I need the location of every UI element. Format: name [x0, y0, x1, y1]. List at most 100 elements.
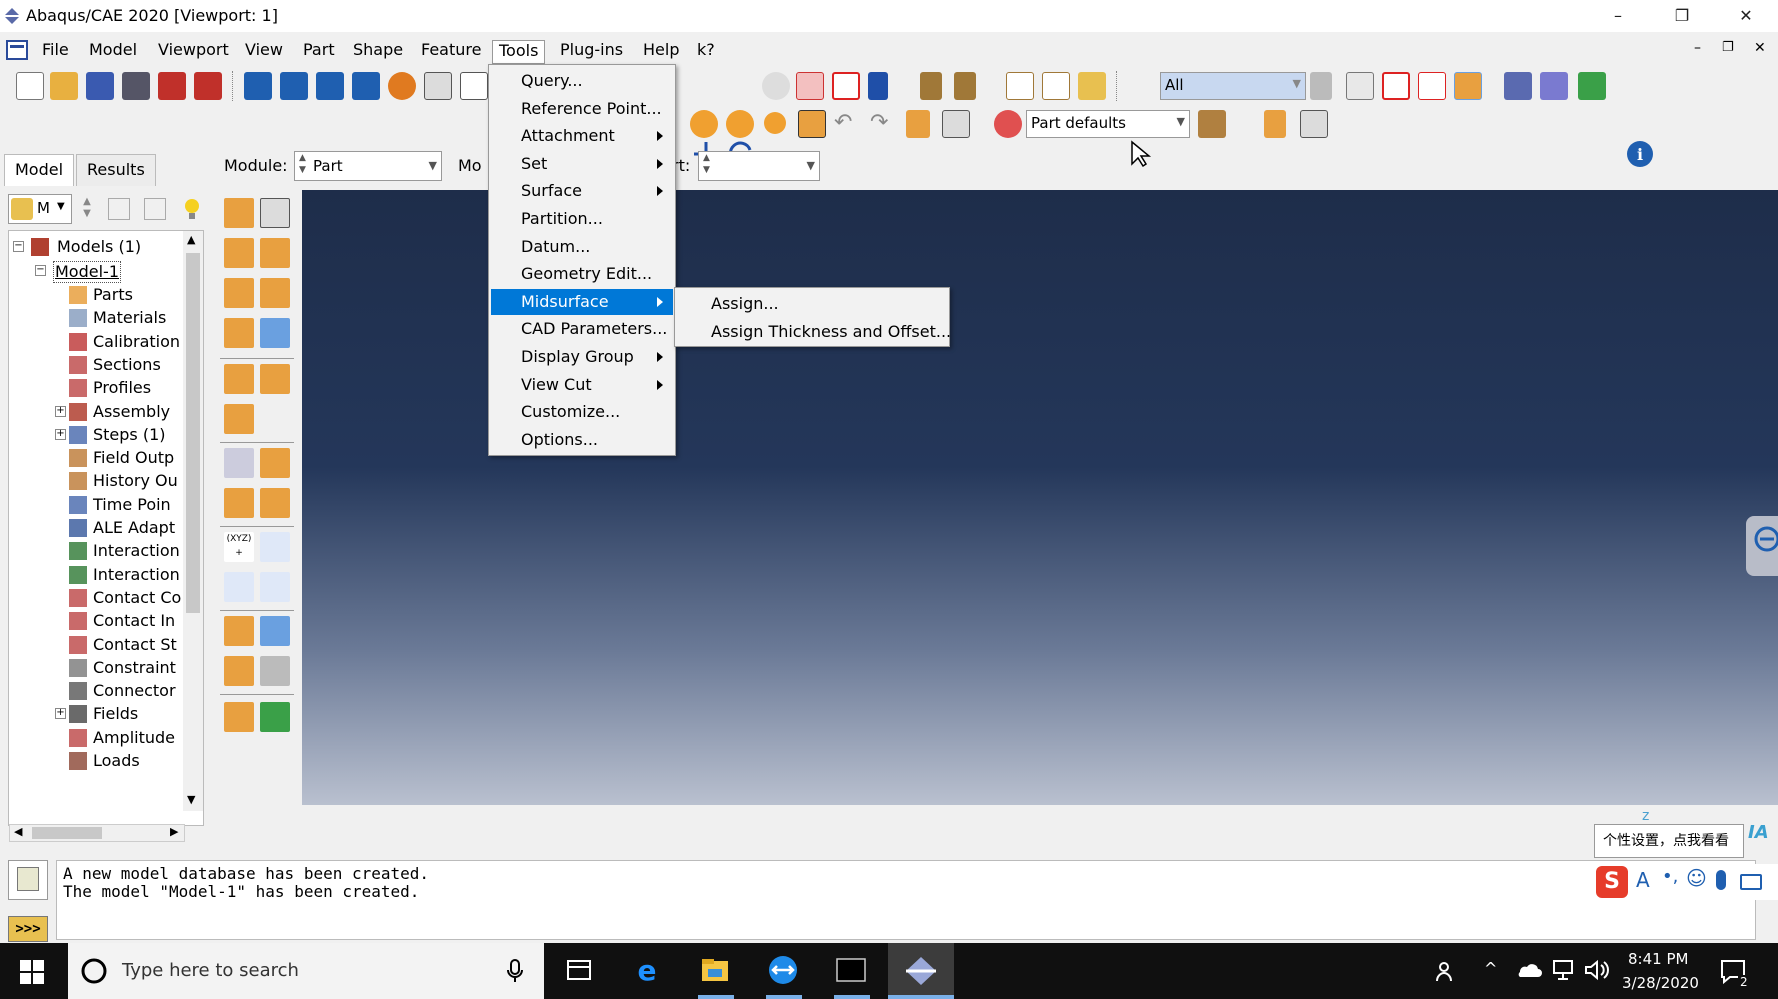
part-manager-icon[interactable] [260, 198, 290, 228]
menu-help[interactable]: Help [637, 40, 685, 64]
menu-item-assign-thickness-offset[interactable]: Assign Thickness and Offset... [677, 319, 951, 345]
tree-node-item[interactable]: History Ou [9, 469, 185, 493]
edge-browser-icon[interactable]: e [632, 955, 662, 985]
clock-date[interactable]: 3/28/2020 [1622, 974, 1699, 992]
feature-tree-icon[interactable] [906, 110, 930, 138]
menu-item-options[interactable]: Options... [491, 427, 673, 453]
tree-node-item[interactable]: Connector [9, 679, 185, 703]
windows-start-icon[interactable] [20, 960, 44, 984]
onedrive-icon[interactable] [1516, 961, 1542, 981]
python-command-icon[interactable]: >>> [8, 916, 48, 942]
file-explorer-icon[interactable] [700, 955, 730, 985]
translucency-icon[interactable] [1540, 72, 1568, 100]
scroll-thumb[interactable] [186, 253, 200, 613]
tree-node-item[interactable]: Field Outp [9, 446, 185, 470]
tree-node-item[interactable]: Amplitude [9, 726, 185, 750]
print-icon[interactable] [122, 72, 150, 100]
microphone-icon[interactable] [506, 959, 524, 983]
menu-item-cad-parameters[interactable]: CAD Parameters... [491, 316, 673, 342]
abaqus-taskbar-button[interactable] [888, 943, 954, 999]
tree-node-models[interactable]: − Models (1) [9, 235, 189, 259]
datum-csys-icon[interactable] [224, 572, 254, 602]
save-icon[interactable] [86, 72, 114, 100]
menu-plugins[interactable]: Plug-ins [554, 40, 629, 64]
tree-filter-icon[interactable] [144, 198, 166, 220]
datum-display-icon[interactable] [1264, 110, 1286, 138]
solid-extrude-icon[interactable] [224, 238, 254, 268]
edit-feature-icon[interactable] [260, 488, 290, 518]
scroll-right-icon[interactable]: ▶ [170, 825, 178, 838]
datum-plane-icon[interactable] [260, 572, 290, 602]
box-zoom-icon[interactable] [796, 72, 824, 100]
task-view-icon[interactable] [564, 955, 594, 985]
query-selection-icon[interactable] [1346, 72, 1374, 100]
redo-icon[interactable]: ↷ [870, 110, 898, 138]
cut-extrude-icon[interactable] [260, 278, 290, 308]
system-menu-icon[interactable] [6, 40, 28, 60]
tree-node-item[interactable]: + Assembly [9, 400, 185, 424]
tree-node-item[interactable]: + Steps (1) [9, 423, 185, 447]
link-viewports-icon[interactable] [388, 72, 416, 100]
datum-axis-icon[interactable] [260, 364, 290, 394]
blend-icon[interactable] [224, 318, 254, 348]
render-style-combo[interactable]: Part defaults ▼ [1026, 110, 1190, 138]
open-file-icon[interactable] [50, 72, 78, 100]
tree-node-item[interactable]: Constraint [9, 656, 185, 680]
terminal-icon[interactable] [836, 955, 866, 985]
menu-view[interactable]: View [239, 40, 289, 64]
color-code-icon[interactable] [994, 110, 1022, 138]
tools-icon[interactable] [260, 656, 290, 686]
menu-item-datum[interactable]: Datum... [491, 234, 673, 260]
menu-item-attachment[interactable]: Attachment [491, 123, 673, 149]
menu-item-surface[interactable]: Surface [491, 178, 673, 204]
mesh-display-icon[interactable] [1504, 72, 1532, 100]
display-options-icon[interactable] [1300, 110, 1328, 138]
front-view-icon[interactable] [1042, 72, 1070, 100]
tree-node-item[interactable]: Interaction [9, 539, 185, 563]
side-widget-tab[interactable] [1746, 516, 1778, 576]
tree-node-item[interactable]: Time Poin [9, 493, 185, 517]
module-combo[interactable]: ▲ ▼ Part ▼ [294, 151, 442, 181]
boolean-intersect-icon[interactable] [726, 110, 754, 138]
collapse-icon[interactable]: − [13, 241, 24, 252]
tree-horizontal-scrollbar[interactable]: ◀ ▶ [9, 824, 185, 842]
network-icon[interactable] [1552, 959, 1576, 981]
tree-vertical-scrollbar[interactable]: ▲ ▼ [183, 231, 203, 811]
drag-select-icon[interactable] [1418, 72, 1446, 100]
import-icon[interactable] [158, 72, 186, 100]
perspective-icon[interactable] [920, 72, 942, 100]
assign-icon[interactable] [224, 702, 254, 732]
tree-node-item[interactable]: Contact St [9, 633, 185, 657]
sogou-ime-icon[interactable]: S [1596, 866, 1628, 898]
box-select-icon[interactable] [1382, 72, 1410, 100]
sphere-icon[interactable] [764, 112, 786, 134]
menu-item-query[interactable]: Query... [491, 68, 673, 94]
shaded-view-icon[interactable] [1078, 72, 1106, 100]
expand-icon[interactable]: + [55, 428, 66, 440]
clock-time[interactable]: 8:41 PM [1628, 950, 1688, 968]
menu-item-set[interactable]: Set [491, 151, 673, 177]
undo-icon[interactable]: ↶ [834, 110, 862, 138]
fill-icon[interactable] [260, 702, 290, 732]
model-selector-combo[interactable]: M ▼ [8, 194, 72, 224]
axis-triad-icon[interactable] [260, 532, 290, 562]
boolean-union-icon[interactable] [690, 110, 718, 138]
emoji-icon[interactable]: ☺ [1686, 866, 1707, 890]
volume-icon[interactable] [1584, 959, 1610, 981]
scroll-up-icon[interactable]: ▲ [187, 233, 195, 246]
tree-node-item[interactable]: Materials [9, 306, 185, 330]
tile-vertical-icon[interactable] [352, 72, 380, 100]
tile-horizontal-icon[interactable] [316, 72, 344, 100]
menu-model[interactable]: Model [83, 40, 143, 64]
display-group-icon[interactable] [1578, 72, 1606, 100]
menu-item-midsurface[interactable]: Midsurface [491, 288, 673, 315]
selection-options-icon[interactable] [1310, 72, 1332, 100]
menu-part[interactable]: Part [297, 40, 341, 64]
tree-node-item[interactable]: Profiles [9, 376, 185, 400]
tab-model[interactable]: Model [4, 154, 75, 186]
edit-part-icon[interactable] [224, 656, 254, 686]
ime-mode-button[interactable]: A [1636, 868, 1650, 892]
table-icon[interactable] [942, 110, 970, 138]
text-annotation-icon[interactable] [460, 72, 488, 100]
menu-tools[interactable]: Tools [492, 40, 546, 64]
